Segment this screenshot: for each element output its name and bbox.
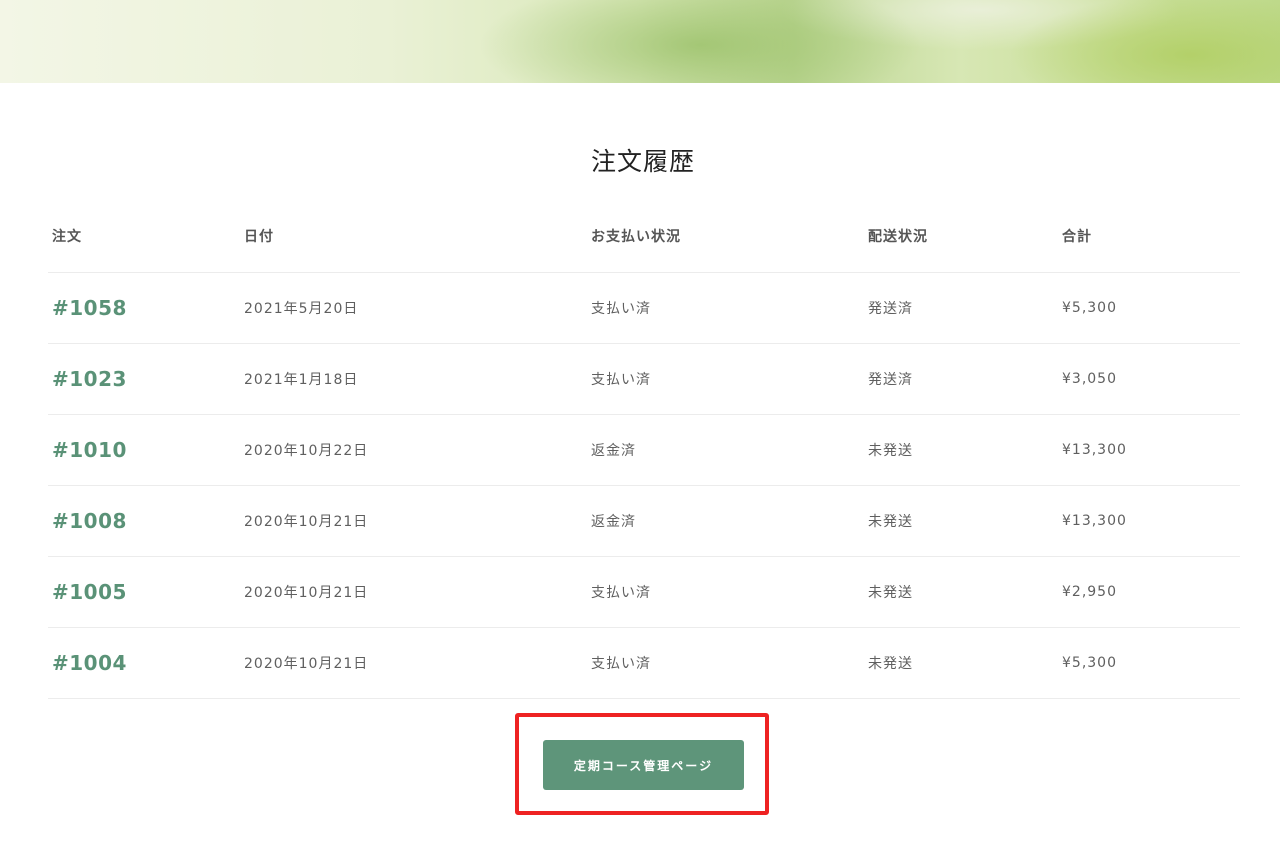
shipping-status: 発送済 <box>868 372 913 388</box>
orders-table: 注文 日付 お支払い状況 配送状況 合計 #1058 2021年5月20日 支払… <box>48 200 1240 699</box>
order-date: 2020年10月21日 <box>244 514 369 530</box>
order-number-link[interactable]: #1004 <box>52 651 127 675</box>
order-total: ¥2,950 <box>1062 584 1117 600</box>
header-total: 合計 <box>1062 229 1092 245</box>
order-total: ¥13,300 <box>1062 442 1127 458</box>
order-number-link[interactable]: #1008 <box>52 509 127 533</box>
shipping-status: 未発送 <box>868 585 913 601</box>
order-number-link[interactable]: #1005 <box>52 580 127 604</box>
payment-status: 返金済 <box>591 514 636 530</box>
header-order: 注文 <box>52 229 82 245</box>
table-row: #1008 2020年10月21日 返金済 未発送 ¥13,300 <box>48 486 1240 557</box>
order-number-link[interactable]: #1010 <box>52 438 127 462</box>
order-number-link[interactable]: #1023 <box>52 367 127 391</box>
order-total: ¥3,050 <box>1062 371 1117 387</box>
order-total: ¥5,300 <box>1062 300 1117 316</box>
order-date: 2021年5月20日 <box>244 301 359 317</box>
payment-status: 返金済 <box>591 443 636 459</box>
subscription-management-button[interactable]: 定期コース管理ページ <box>543 740 744 790</box>
payment-status: 支払い済 <box>591 372 651 388</box>
header-banner <box>0 0 1280 83</box>
header-date: 日付 <box>244 229 274 245</box>
order-date: 2021年1月18日 <box>244 372 359 388</box>
order-number-link[interactable]: #1058 <box>52 296 127 320</box>
order-date: 2020年10月22日 <box>244 443 369 459</box>
table-row: #1023 2021年1月18日 支払い済 発送済 ¥3,050 <box>48 344 1240 415</box>
page-title: 注文履歴 <box>590 147 695 176</box>
table-header-row: 注文 日付 お支払い状況 配送状況 合計 <box>48 200 1240 273</box>
order-date: 2020年10月21日 <box>244 585 369 601</box>
shipping-status: 未発送 <box>868 514 913 530</box>
header-payment-status: お支払い状況 <box>591 229 681 245</box>
order-total: ¥13,300 <box>1062 513 1127 529</box>
shipping-status: 未発送 <box>868 443 913 459</box>
payment-status: 支払い済 <box>591 585 651 601</box>
order-date: 2020年10月21日 <box>244 656 369 672</box>
payment-status: 支払い済 <box>591 301 651 317</box>
table-row: #1010 2020年10月22日 返金済 未発送 ¥13,300 <box>48 415 1240 486</box>
table-row: #1005 2020年10月21日 支払い済 未発送 ¥2,950 <box>48 557 1240 628</box>
table-row: #1004 2020年10月21日 支払い済 未発送 ¥5,300 <box>48 628 1240 699</box>
payment-status: 支払い済 <box>591 656 651 672</box>
table-row: #1058 2021年5月20日 支払い済 発送済 ¥5,300 <box>48 273 1240 344</box>
order-total: ¥5,300 <box>1062 655 1117 671</box>
shipping-status: 発送済 <box>868 301 913 317</box>
shipping-status: 未発送 <box>868 656 913 672</box>
header-shipping-status: 配送状況 <box>868 229 928 245</box>
